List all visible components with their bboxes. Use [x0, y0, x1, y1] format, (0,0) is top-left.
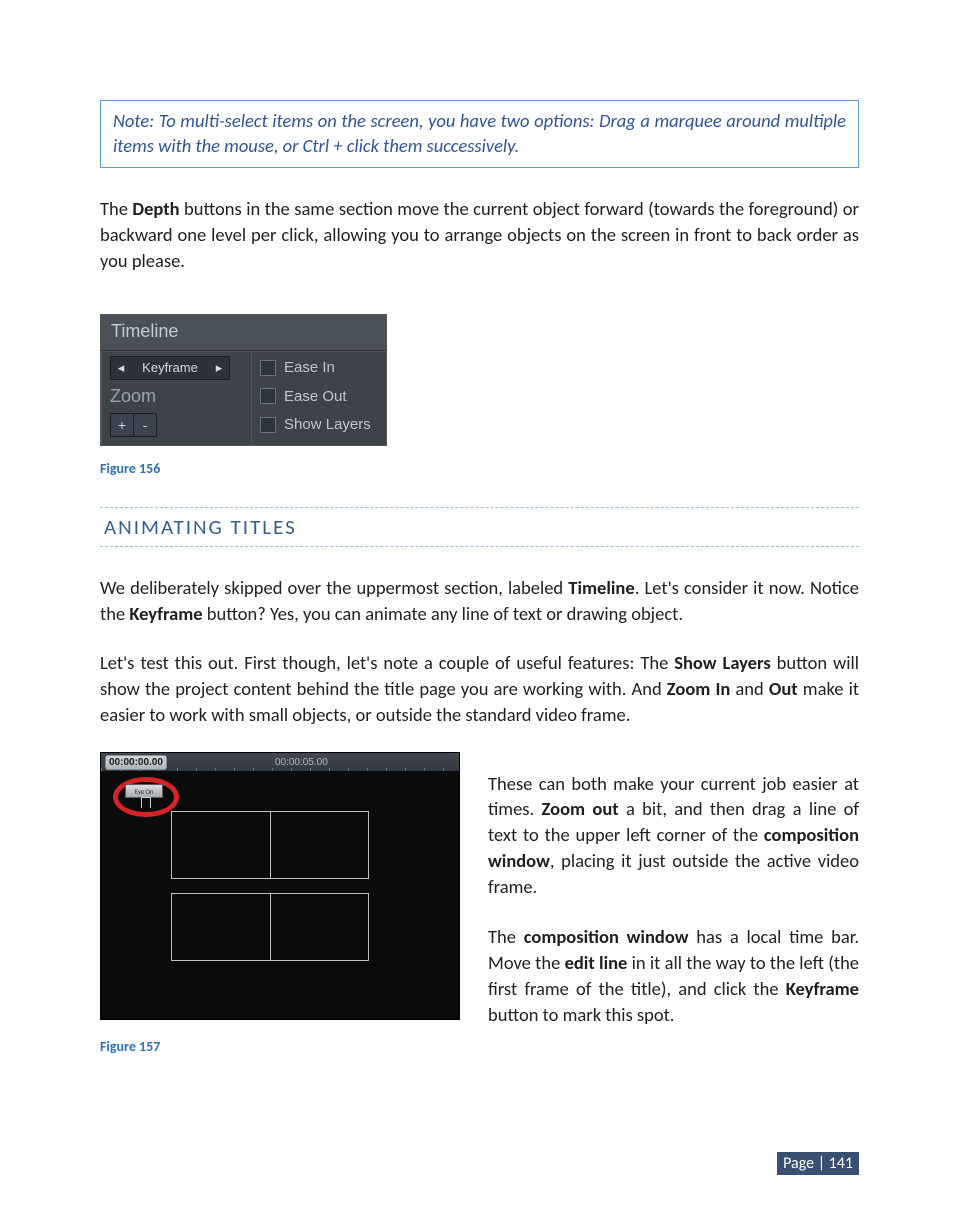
figure-157-caption: Figure 157	[100, 1038, 460, 1055]
zoom-label-cell: Zoom	[102, 382, 252, 409]
show-layers-checkbox[interactable]	[260, 417, 276, 433]
video-frame-upper	[171, 811, 369, 879]
minus-icon: -	[143, 417, 148, 433]
ease-out-label: Ease Out	[284, 388, 347, 405]
bold-out: Out	[769, 677, 798, 700]
ease-in-label: Ease In	[284, 359, 335, 376]
section-heading-wrap: ANIMATING TITLES	[100, 507, 859, 547]
note-text: Note: To multi-select items on the scree…	[113, 109, 846, 157]
figure-156-caption: Figure 156	[100, 460, 859, 477]
keyframe-button-label: Keyframe	[142, 360, 198, 375]
plus-icon: +	[118, 417, 126, 433]
composition-window-figure: 00:00:00.00 00:00:05.00 Eye On	[100, 752, 460, 1020]
paragraph-editline: The composition window has a local time …	[488, 924, 859, 1028]
document-page: Note: To multi-select items on the scree…	[0, 0, 954, 1227]
time-ruler[interactable]: 00:00:00.00 00:00:05.00	[101, 753, 459, 771]
text: buttons in the same section move the cur…	[100, 197, 859, 272]
zoom-in-button[interactable]: +	[110, 413, 134, 437]
page-number-badge: Page | 141	[777, 1152, 859, 1175]
ease-out-row[interactable]: Ease Out	[252, 382, 386, 409]
text: and	[730, 677, 769, 700]
bold-keyframe: Keyframe	[129, 602, 202, 625]
show-layers-row[interactable]: Show Layers	[252, 409, 386, 445]
ruler-ticks	[101, 768, 459, 771]
show-layers-label: Show Layers	[284, 416, 371, 433]
text: button to mark this spot.	[488, 1003, 674, 1026]
text: button? Yes, you can animate any line of…	[203, 602, 683, 625]
bold-zoom-in: Zoom In	[667, 677, 731, 700]
text: We deliberately skipped over the uppermo…	[100, 576, 568, 599]
next-keyframe-button[interactable]: ▸	[209, 356, 230, 380]
chevron-left-icon: ◂	[118, 360, 125, 376]
paragraph-depth: The Depth buttons in the same section mo…	[100, 196, 859, 274]
text: The	[488, 925, 524, 948]
zoom-out-button[interactable]: -	[134, 413, 157, 437]
ease-in-checkbox[interactable]	[260, 360, 276, 376]
note-callout: Note: To multi-select items on the scree…	[100, 100, 859, 168]
bold-show-layers: Show Layers	[674, 651, 771, 674]
paragraph-timeline: We deliberately skipped over the uppermo…	[100, 575, 859, 627]
bold-keyframe-2: Keyframe	[786, 977, 859, 1000]
paragraph-showlayers: Let's test this out. First though, let's…	[100, 650, 859, 728]
frame-divider	[270, 894, 271, 960]
keyframe-row: ◂ Keyframe ▸	[102, 352, 252, 382]
zoom-label: Zoom	[110, 386, 156, 407]
chevron-right-icon: ▸	[216, 360, 223, 376]
frame-divider	[270, 812, 271, 878]
bold-timeline: Timeline	[568, 576, 634, 599]
timeline-clip-thumb[interactable]: Eye On	[125, 784, 163, 798]
video-frame-lower	[171, 893, 369, 961]
prev-keyframe-button[interactable]: ◂	[110, 356, 131, 380]
ease-in-row[interactable]: Ease In	[252, 352, 386, 382]
timeline-panel: Timeline ◂ Keyframe ▸	[100, 314, 387, 446]
bold-depth: Depth	[132, 197, 179, 220]
paragraph-zoomout: These can both make your current job eas…	[488, 771, 859, 900]
section-heading: ANIMATING TITLES	[104, 514, 297, 540]
keyframe-button[interactable]: Keyframe	[131, 356, 209, 380]
bold-composition-window-2: composition window	[524, 925, 689, 948]
text: The	[100, 197, 132, 220]
timecode-mid: 00:00:05.00	[275, 757, 328, 768]
bold-edit-line: edit line	[565, 951, 628, 974]
clip-thumb-label: Eye On	[135, 787, 154, 796]
text: Let's test this out. First though, let's…	[100, 651, 674, 674]
bold-zoom-out: Zoom out	[542, 797, 619, 820]
panel-title: Timeline	[101, 315, 386, 351]
ease-out-checkbox[interactable]	[260, 388, 276, 404]
zoom-buttons-cell: + -	[102, 409, 252, 445]
edit-line-handle[interactable]	[141, 797, 151, 808]
